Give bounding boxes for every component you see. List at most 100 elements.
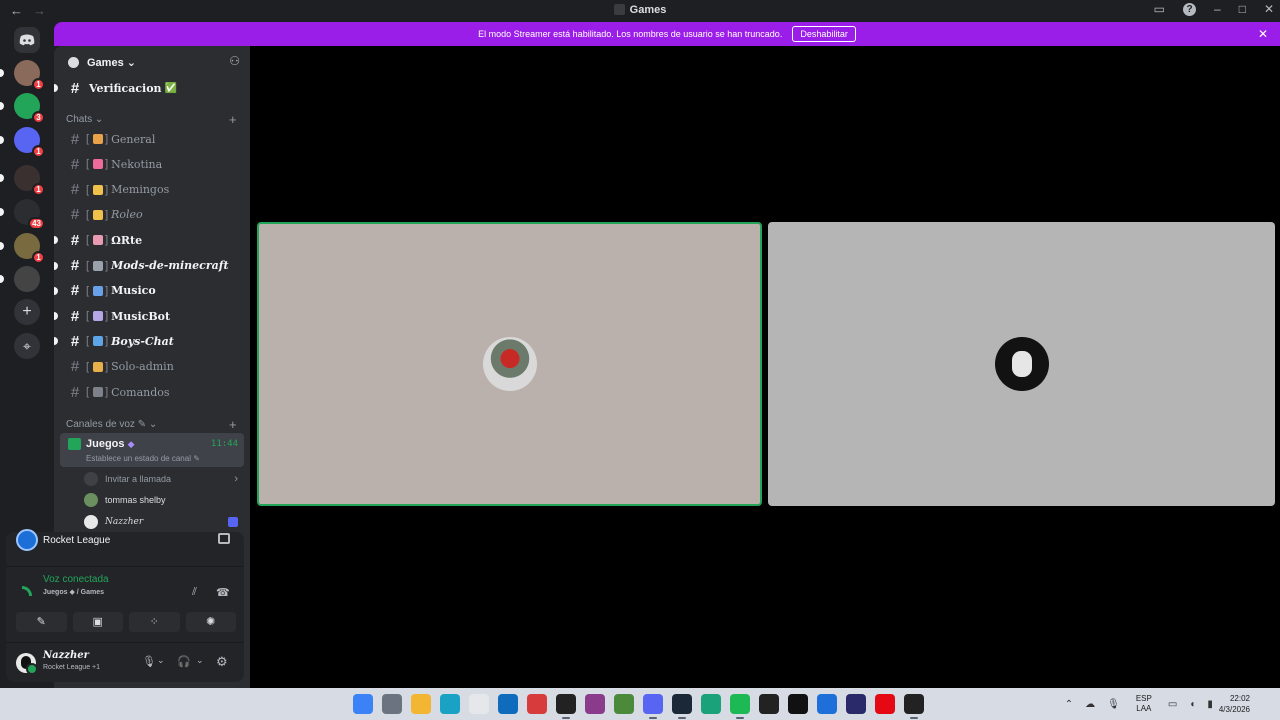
rocket-league-icon xyxy=(16,529,38,551)
soundboard-button[interactable]: ✺ xyxy=(185,612,236,632)
mic-options-icon[interactable]: ⌄ xyxy=(157,655,165,666)
voice-connected-label[interactable]: Voz conectada xyxy=(43,574,109,585)
channel-nekotina[interactable]: # [] Nekotina xyxy=(62,153,242,175)
home-button[interactable] xyxy=(14,27,40,53)
add-server-button[interactable]: + xyxy=(14,299,40,325)
create-channel-icon[interactable]: + xyxy=(229,112,237,127)
create-channel-icon[interactable]: + xyxy=(229,417,237,432)
battery-icon[interactable]: ▮ xyxy=(1207,699,1213,710)
app-red-icon[interactable] xyxy=(527,694,547,714)
channel-solo-admin[interactable]: # [] Solo-admin xyxy=(62,356,242,378)
channel-verificacion[interactable]: # Verificacion ✅ xyxy=(54,77,242,99)
category-voice[interactable]: Canales de voz ✎ ⌄ + xyxy=(66,417,237,432)
server-icon[interactable] xyxy=(14,266,40,292)
app-blue-icon[interactable] xyxy=(817,694,837,714)
headset-options-icon[interactable]: ⌄ xyxy=(196,655,204,666)
voice-member[interactable]: tommas shelby xyxy=(84,490,244,510)
language-indicator[interactable]: ESP LAA xyxy=(1136,694,1152,714)
minimize-button[interactable]: – xyxy=(1214,2,1221,16)
mic-tray-icon[interactable]: 🎙 xyxy=(1107,699,1120,710)
unread-pill xyxy=(0,102,4,110)
epic-games-icon[interactable] xyxy=(556,694,576,719)
chatgpt-icon[interactable] xyxy=(788,694,808,714)
channel-ωrte[interactable]: # [] ΩRte xyxy=(54,229,242,251)
activities-button[interactable]: ⁘ xyxy=(129,612,180,632)
server-icon[interactable]: 1 xyxy=(14,60,45,91)
chevron-up-icon[interactable]: ⌃ xyxy=(1065,699,1073,710)
unread-pill xyxy=(0,275,4,283)
server-icon[interactable]: 1 xyxy=(14,165,45,196)
disable-streamer-button[interactable]: Deshabilitar xyxy=(792,26,856,42)
channel-musicbot[interactable]: # [] MusicBot xyxy=(54,305,242,327)
mic-icon[interactable]: 🎙 xyxy=(142,655,156,668)
netflix-icon[interactable] xyxy=(875,694,895,714)
bracket: ] xyxy=(105,310,109,323)
channel-boys-chat[interactable]: # [] Boys-Chat xyxy=(54,330,242,352)
channel-roleo[interactable]: # [] Roleo xyxy=(62,204,242,226)
invite-to-call[interactable]: Invitar a llamada › xyxy=(84,469,244,489)
server-icon[interactable]: 43 xyxy=(14,199,45,230)
discord-icon[interactable] xyxy=(643,694,663,719)
screen-share-button[interactable]: ▣ xyxy=(72,612,123,632)
minecraft-icon[interactable] xyxy=(614,694,634,714)
app-green-icon[interactable] xyxy=(701,694,721,714)
close-button[interactable]: ✕ xyxy=(1264,2,1274,16)
noise-suppression-icon[interactable]: ⫽ xyxy=(192,586,197,599)
store-icon[interactable] xyxy=(469,694,489,714)
voice-channel-name: Juegos ◆ xyxy=(86,438,135,450)
display-icon[interactable]: ▭ xyxy=(1168,699,1177,710)
user-avatar[interactable] xyxy=(16,653,38,675)
volume-icon[interactable]: ◖ xyxy=(1189,699,1195,710)
channel-general[interactable]: # [] General xyxy=(62,128,242,150)
banner-close-icon[interactable]: ✕ xyxy=(1258,27,1268,41)
channel-status-input[interactable]: Establece un estado de canal ✎ xyxy=(86,454,200,463)
participant-tile-speaking[interactable] xyxy=(257,222,762,506)
voice-member[interactable]: Nazzher xyxy=(84,512,244,532)
discover-icon[interactable]: ⌖ xyxy=(14,333,40,359)
inbox-icon[interactable]: ▭ xyxy=(1154,2,1165,16)
channel-emoji-icon xyxy=(93,209,104,220)
clock[interactable]: 22:02 4/3/2026 xyxy=(1219,693,1250,715)
app-purple-icon[interactable] xyxy=(585,694,605,714)
channel-musico[interactable]: # [] Musico xyxy=(54,280,242,302)
user-name[interactable]: Nazzher xyxy=(43,650,89,661)
category-chats[interactable]: Chats ⌄ + xyxy=(66,112,237,127)
server-icon[interactable]: 1 xyxy=(14,127,45,158)
guild-name-text: Games xyxy=(87,57,124,69)
invite-people-icon[interactable]: ⚇ xyxy=(229,54,240,68)
start-icon[interactable] xyxy=(353,694,373,714)
server-icon[interactable]: 1 xyxy=(14,233,45,264)
bracket: [ xyxy=(86,335,90,348)
member-name: tommas shelby xyxy=(105,495,166,505)
mention-badge: 1 xyxy=(32,78,45,91)
bracket: ] xyxy=(105,133,109,145)
file-explorer-icon[interactable] xyxy=(411,694,431,714)
server-icon[interactable]: 3 xyxy=(14,93,45,124)
bracket: [ xyxy=(86,183,90,196)
task-view-icon[interactable] xyxy=(382,694,402,714)
app-circle-icon[interactable] xyxy=(846,694,866,714)
settings-gear-icon[interactable]: ⚙ xyxy=(216,654,228,670)
participant-tile[interactable] xyxy=(768,222,1275,506)
channel-mods-de-minecraft[interactable]: # [] Mods-de-minecraft xyxy=(54,255,242,277)
maximize-button[interactable]: □ xyxy=(1239,2,1246,16)
voice-channel-juegos[interactable]: Juegos ◆ 11:44 Establece un estado de ca… xyxy=(60,433,244,467)
mention-badge: 1 xyxy=(32,251,45,264)
outlook-icon[interactable] xyxy=(498,694,518,714)
guild-header[interactable]: Games ⌄ ⚇ xyxy=(54,46,250,80)
help-icon[interactable]: ? xyxy=(1183,2,1196,16)
headset-icon[interactable]: 🎧 xyxy=(177,655,191,668)
channel-comandos[interactable]: # [] Comandos xyxy=(62,381,242,403)
channel-memingos[interactable]: # [] Memingos xyxy=(62,179,242,201)
spotify-icon[interactable] xyxy=(730,694,750,719)
cloud-icon[interactable]: ☁ xyxy=(1085,699,1095,710)
mention-badge: 1 xyxy=(32,145,45,158)
steam-icon[interactable] xyxy=(672,694,692,719)
obs-icon[interactable] xyxy=(904,694,924,719)
edge-icon[interactable] xyxy=(440,694,460,714)
camera-button[interactable]: ✎ xyxy=(16,612,67,632)
voice-location[interactable]: Juegos ◆ / Games xyxy=(43,588,104,596)
disconnect-icon[interactable]: ☎ xyxy=(216,586,230,599)
share-screen-icon[interactable] xyxy=(218,533,230,544)
app-gear-icon[interactable] xyxy=(759,694,779,714)
